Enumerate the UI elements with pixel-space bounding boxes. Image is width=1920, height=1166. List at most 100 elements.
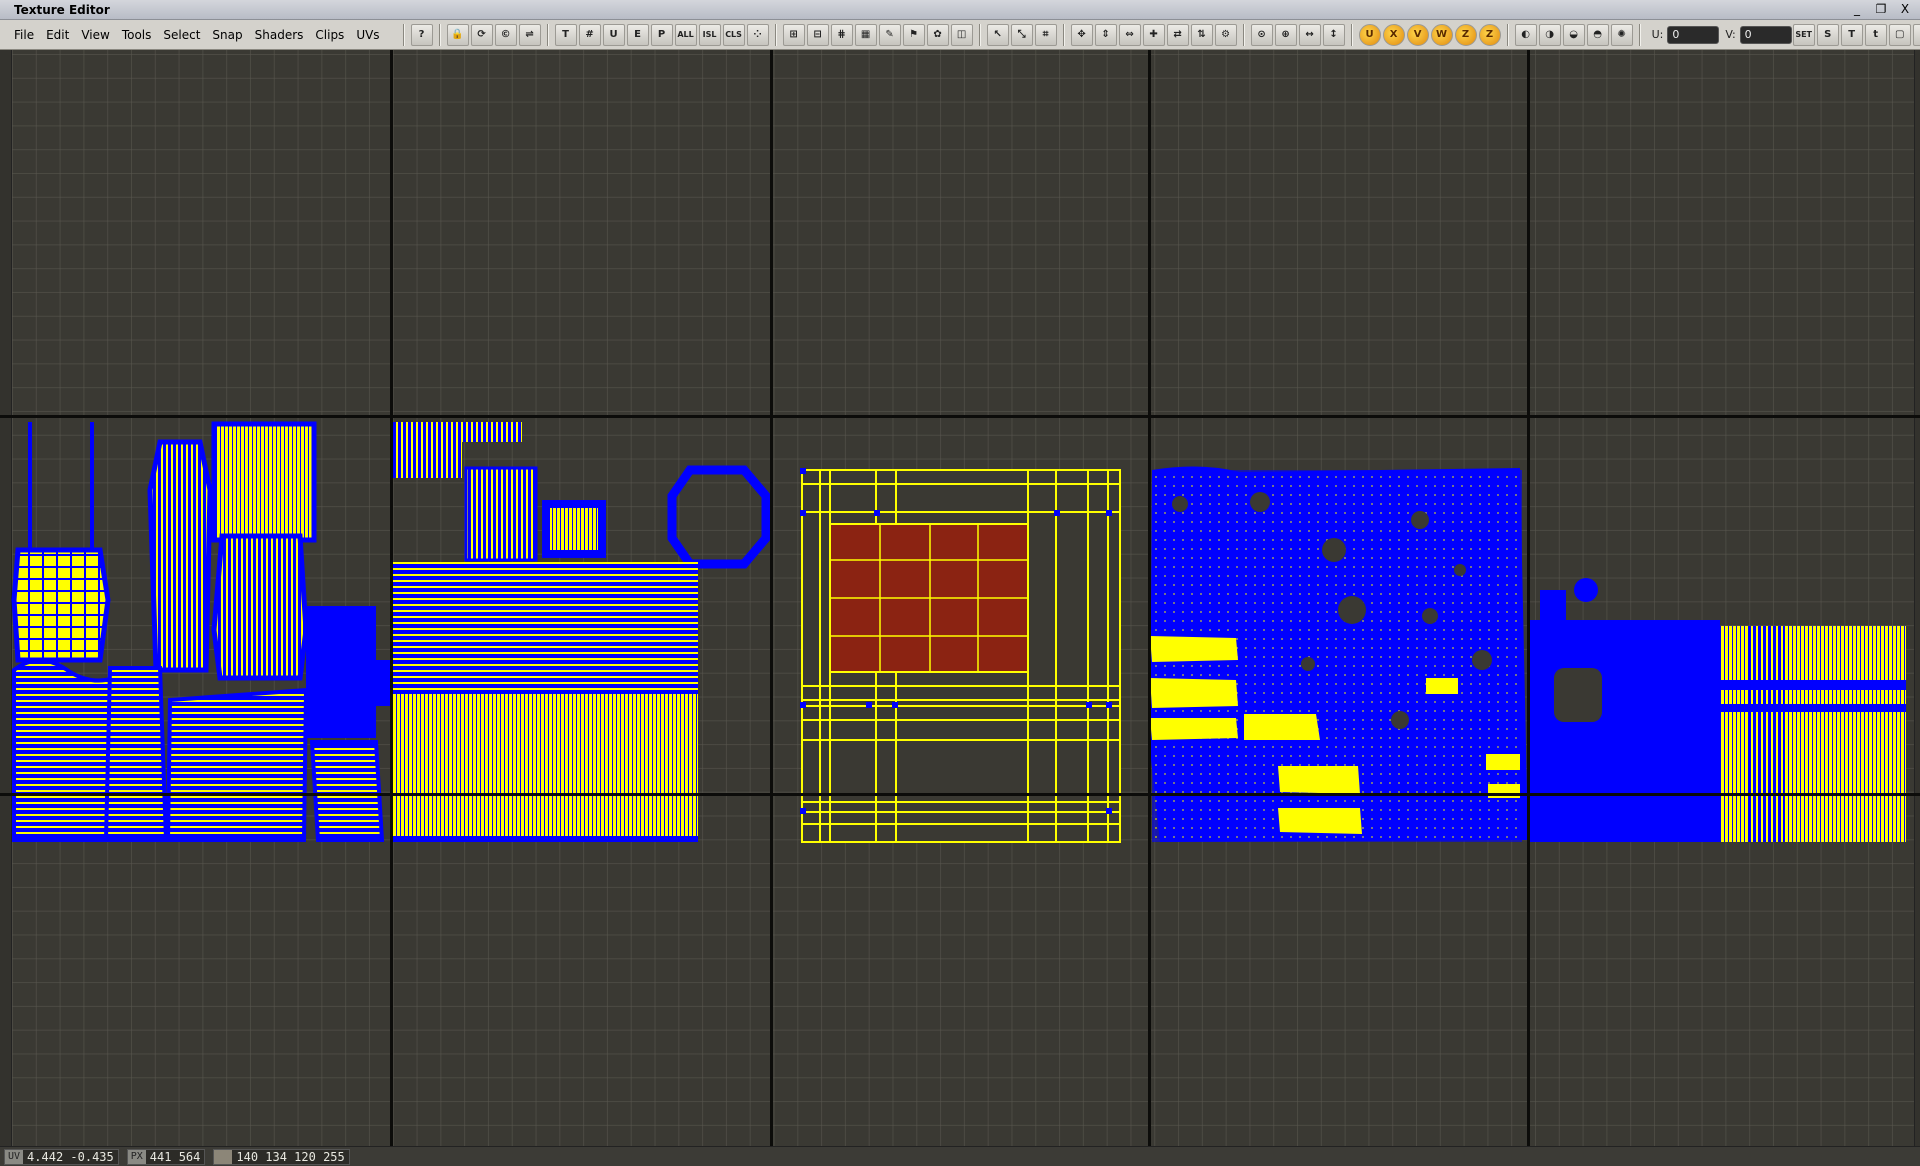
snap-grid-icon[interactable]: ⊞	[782, 23, 805, 46]
orbit-x-icon[interactable]: X	[1382, 23, 1405, 46]
toolbar-separator	[774, 23, 777, 46]
flip-v-icon[interactable]: ⇅	[1190, 23, 1213, 46]
move-all-icon[interactable]: ✥	[1070, 23, 1093, 46]
grid-dots-icon[interactable]: ⁘	[746, 23, 769, 46]
menu-uvs[interactable]: UVs	[350, 28, 385, 42]
select-cluster-icon[interactable]: CLS	[722, 23, 745, 46]
move-vertical-icon[interactable]: ⇕	[1094, 23, 1117, 46]
pointer-icon[interactable]: ↖	[986, 23, 1009, 46]
transform-pointer-icon[interactable]: ⤡	[1010, 23, 1033, 46]
gear-icon[interactable]: ⚙	[1214, 23, 1237, 46]
point-snap-icon[interactable]: P	[650, 23, 673, 46]
uv-readout-label: UV	[5, 1149, 24, 1164]
menu-tools[interactable]: Tools	[116, 28, 158, 42]
paint-icon[interactable]: ✺	[1610, 23, 1633, 46]
uv-island-group-3[interactable]	[800, 468, 1121, 843]
split-icon[interactable]: ◫	[950, 23, 973, 46]
orbit-v-icon[interactable]: V	[1406, 23, 1429, 46]
set-icon[interactable]: SET	[1792, 23, 1815, 46]
uv-island-group-1[interactable]	[11, 421, 390, 842]
menu-view[interactable]: View	[75, 28, 115, 42]
restore-button[interactable]: ❐	[1870, 1, 1892, 18]
toolbar-separator	[1638, 23, 1641, 46]
unfold-icon[interactable]: ◑	[1538, 23, 1561, 46]
scale-icon[interactable]: S	[1816, 23, 1839, 46]
align-icon[interactable]: ◓	[1586, 23, 1609, 46]
lock-icon[interactable]: 🔒	[446, 23, 469, 46]
v-value-input[interactable]	[1739, 25, 1792, 44]
uv-island-group-5[interactable]	[1530, 578, 1906, 842]
snap-grid-alt-icon[interactable]: ⊟	[806, 23, 829, 46]
menu-shaders[interactable]: Shaders	[249, 28, 310, 42]
pan-v-icon[interactable]: ↕	[1322, 23, 1345, 46]
flag-icon[interactable]: ⚑	[902, 23, 925, 46]
toolbar-separator	[1062, 23, 1065, 46]
toolbar-separator	[978, 23, 981, 46]
toolbar-separator	[402, 23, 405, 46]
menu-file[interactable]: File	[8, 28, 40, 42]
tile-boundary-v2	[770, 50, 773, 1146]
u-value-input[interactable]	[1667, 25, 1720, 44]
plus-icon[interactable]: ✚	[1142, 23, 1165, 46]
orbit-w-icon[interactable]: W	[1430, 23, 1453, 46]
link-icon[interactable]: ⇌	[518, 23, 541, 46]
flip-u-icon[interactable]: ⇄	[1166, 23, 1189, 46]
grid-snap-icon[interactable]: #	[578, 23, 601, 46]
uv-snap-icon[interactable]: U	[602, 23, 625, 46]
text-tool-icon[interactable]: T	[554, 23, 577, 46]
uv-readout-value: 4.442 -0.435	[27, 1149, 114, 1164]
pixel-readout-label: PX	[127, 1149, 146, 1164]
toolbar-separator	[1242, 23, 1245, 46]
edge-snap-icon[interactable]: E	[626, 23, 649, 46]
stitch-icon[interactable]: ◒	[1562, 23, 1585, 46]
tile-boundary-h1	[0, 415, 1920, 418]
uv-island-group-4[interactable]	[1150, 466, 1528, 842]
status-bar: UV 4.442 -0.435 PX 441 564 140 134 120 2…	[0, 1146, 1920, 1166]
window-title: Texture Editor	[14, 2, 110, 17]
frame-icon[interactable]: ▢	[1888, 23, 1911, 46]
menu-snap[interactable]: Snap	[206, 28, 248, 42]
window-buttons: _ ❐ X	[1846, 1, 1916, 18]
tile-icon[interactable]: T	[1840, 23, 1863, 46]
select-island-icon[interactable]: ISL	[698, 23, 721, 46]
snap-point-icon[interactable]: ⌖	[1912, 23, 1920, 46]
zoom-fit-icon[interactable]: ⊙	[1250, 23, 1273, 46]
close-button[interactable]: X	[1894, 1, 1916, 18]
pixel-coordinate-readout: PX 441 564	[126, 1148, 206, 1165]
stamp-icon[interactable]: ✿	[926, 23, 949, 46]
uv-viewport[interactable]	[0, 50, 1920, 1146]
menu-select[interactable]: Select	[157, 28, 206, 42]
toolbar: ? 🔒 ⟳ © ⇌ T # U E P ALL ISL CLS ⁘ ⊞ ⊟ ⋕ ▦ ✎ ⚑ ✿ ◫ ↖ ⤡ ⌗ ✥ ⇕ ⇔ ✚ ⇄ ⇅ ⚙ ⊙ ⊕…	[398, 20, 1920, 49]
uv-layout[interactable]	[0, 50, 1920, 1146]
crop-icon[interactable]: ⌗	[1034, 23, 1057, 46]
menu-clips[interactable]: Clips	[309, 28, 350, 42]
pin-icon[interactable]: ✎	[878, 23, 901, 46]
minimize-button[interactable]: _	[1846, 1, 1868, 18]
color-readout-value: 140 134 120 255	[236, 1149, 345, 1164]
tile-boundary-v1	[390, 50, 393, 1146]
relax-icon[interactable]: ◐	[1514, 23, 1537, 46]
move-horizontal-icon[interactable]: ⇔	[1118, 23, 1141, 46]
orbit-z-alt-icon[interactable]: Z	[1478, 23, 1501, 46]
color-readout: 140 134 120 255	[213, 1148, 350, 1165]
orbit-u-icon[interactable]: U	[1358, 23, 1381, 46]
toolbar-separator	[1506, 23, 1509, 46]
tile-boundary-v4	[1527, 50, 1530, 1146]
orbit-z-icon[interactable]: Z	[1454, 23, 1477, 46]
help-icon[interactable]: ?	[410, 23, 433, 46]
pixel-readout-value: 441 564	[149, 1149, 201, 1164]
copy-icon[interactable]: ©	[494, 23, 517, 46]
menu-edit[interactable]: Edit	[40, 28, 75, 42]
pan-h-icon[interactable]: ↔	[1298, 23, 1321, 46]
snap-cross-icon[interactable]: ⋕	[830, 23, 853, 46]
tile-boundary-h2	[0, 793, 1920, 796]
select-all-icon[interactable]: ALL	[674, 23, 697, 46]
tile-boundary-v3	[1148, 50, 1151, 1146]
menubar-toolbar: File Edit View Tools Select Snap Shaders Clips U…	[0, 20, 1920, 50]
color-checker-icon[interactable]: ▦	[854, 23, 877, 46]
uv-island-group-2[interactable]	[392, 422, 771, 842]
zoom-icon[interactable]: ⊕	[1274, 23, 1297, 46]
u-field-label: U:	[1651, 28, 1664, 41]
sync-icon[interactable]: ⟳	[470, 23, 493, 46]
tile-alt-icon[interactable]: t	[1864, 23, 1887, 46]
